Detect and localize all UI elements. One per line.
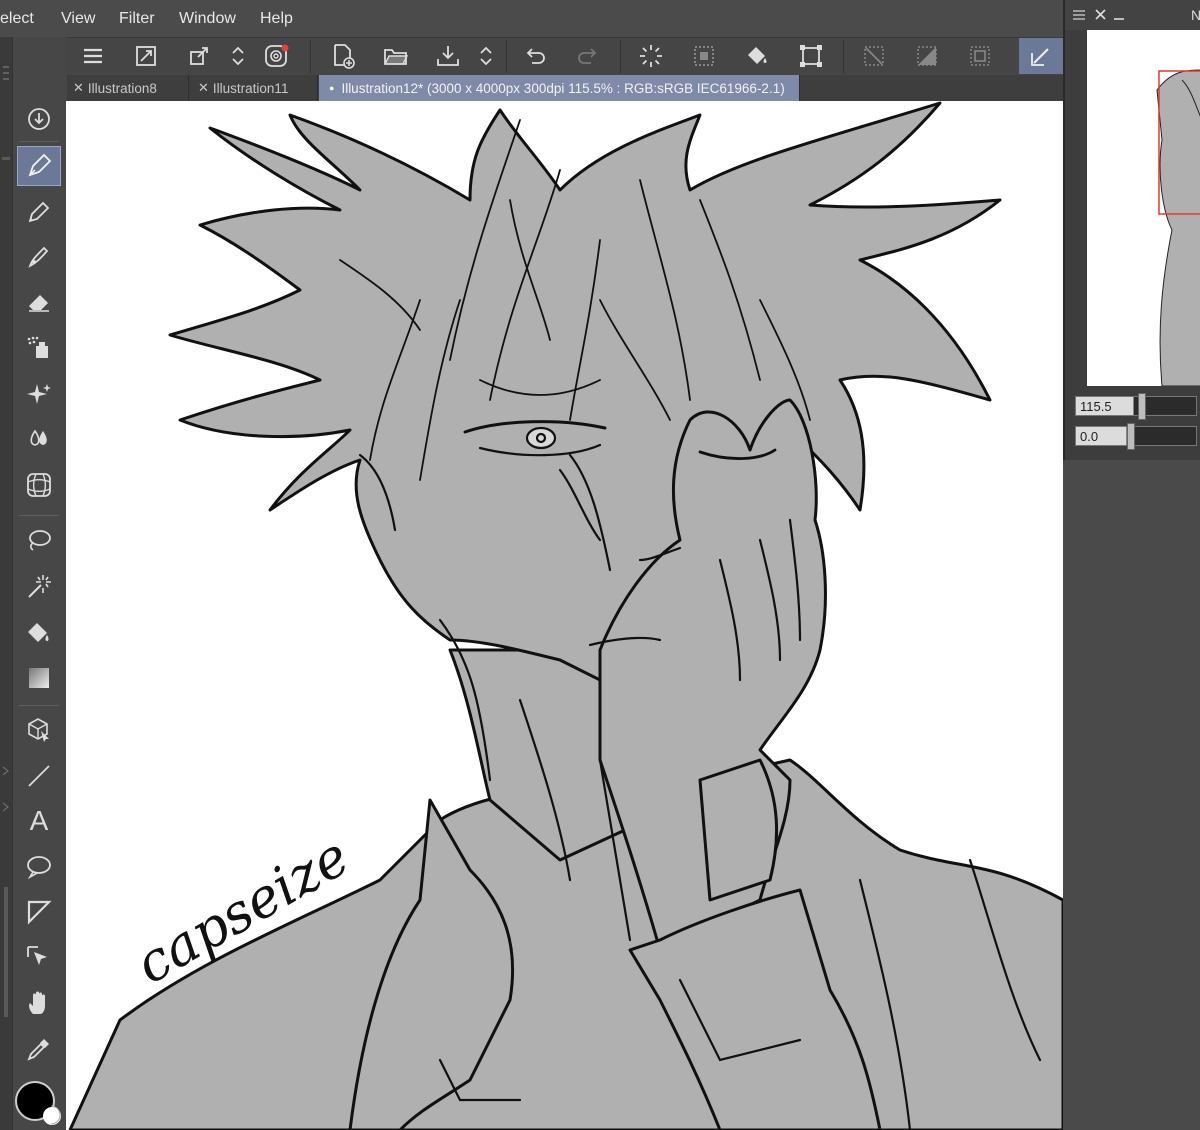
rotate-slider[interactable]: 0.0 (1075, 423, 1200, 450)
text-tool-glyph: A (29, 805, 49, 836)
3d-object-icon[interactable] (17, 710, 61, 750)
tab-label: Illustration8 (87, 80, 157, 96)
tab-illustration8[interactable]: ✕ Illustration8 (66, 75, 189, 101)
download-icon[interactable] (17, 99, 61, 139)
text-icon[interactable]: A (17, 801, 61, 841)
tab-label: Illustration12* (3000 x 4000px 300dpi 11… (341, 80, 785, 96)
undo-icon[interactable] (520, 41, 550, 71)
document-tab-bar: ✕ Illustration8 ✕ Illustration11 ● Illus… (66, 75, 1063, 101)
close-icon[interactable]: ✕ (73, 80, 84, 96)
crop-transform-icon[interactable] (796, 41, 826, 71)
blend-drops-icon[interactable] (17, 419, 61, 459)
new-file-icon[interactable] (328, 41, 358, 71)
menu-filter[interactable]: Filter (119, 10, 155, 28)
menu-icon[interactable] (78, 41, 108, 71)
selection-border-icon[interactable] (965, 41, 995, 71)
command-bar (0, 37, 1063, 75)
color-swatch[interactable] (15, 1077, 65, 1127)
menu-view[interactable]: View (61, 10, 95, 28)
hand-icon[interactable] (17, 983, 61, 1023)
navigator-title-bar: N (1065, 0, 1200, 30)
mesh-icon[interactable] (17, 465, 61, 505)
spiral-icon[interactable] (262, 41, 292, 71)
lasso-icon[interactable] (17, 521, 61, 561)
brush-icon[interactable] (17, 237, 61, 277)
eraser-icon[interactable] (17, 283, 61, 323)
tab-illustration11[interactable]: ✕ Illustration11 (191, 75, 318, 101)
magic-wand-icon[interactable] (17, 567, 61, 607)
drawing-canvas[interactable]: capseize (66, 101, 1063, 1130)
menu-bar: elect View Filter Window Help (0, 0, 1200, 37)
spray-icon[interactable] (17, 328, 61, 368)
zoom-slider[interactable]: 115.5 (1075, 393, 1200, 420)
close-icon (1095, 9, 1106, 20)
up-down-arrows-icon[interactable] (223, 41, 253, 71)
sparkle-icon[interactable] (17, 374, 61, 414)
menu-select[interactable]: elect (0, 10, 34, 28)
tool-palette: A (12, 37, 67, 1130)
deselect-icon[interactable] (859, 41, 889, 71)
close-icon[interactable]: ✕ (198, 80, 209, 96)
rotate-value[interactable]: 0.0 (1080, 429, 1098, 444)
invert-selection-icon[interactable] (912, 41, 942, 71)
navigator-title-cut: N (1191, 7, 1200, 23)
frame-border-icon[interactable] (17, 892, 61, 932)
zoom-value[interactable]: 115.5 (1080, 399, 1112, 414)
pencil-icon[interactable] (17, 192, 61, 232)
menu-window[interactable]: Window (179, 10, 236, 28)
fill-bucket-icon[interactable] (742, 41, 772, 71)
left-panel-strip (0, 37, 12, 1130)
pen-active-icon[interactable] (1019, 38, 1063, 74)
save-icon[interactable] (433, 41, 463, 71)
gradient-icon[interactable] (17, 658, 61, 698)
illustration-artwork: capseize (68, 101, 1063, 1130)
speech-balloon-icon[interactable] (17, 847, 61, 887)
line-icon[interactable] (17, 756, 61, 796)
tab-label: Illustration11 (212, 80, 289, 96)
fill-icon[interactable] (17, 613, 61, 653)
redo-icon[interactable] (573, 41, 603, 71)
object-select-icon[interactable] (17, 937, 61, 977)
transform-icon[interactable] (184, 41, 214, 71)
eyedropper-icon[interactable] (17, 1029, 61, 1069)
up-down-arrows-icon[interactable] (471, 41, 501, 71)
pen-icon[interactable] (17, 146, 61, 186)
unsaved-dot-icon: ● (329, 83, 335, 93)
select-dotted-icon[interactable] (689, 41, 719, 71)
open-folder-icon[interactable] (381, 41, 411, 71)
fit-canvas-icon[interactable] (131, 41, 161, 71)
navigator-preview[interactable] (1087, 30, 1200, 386)
panel-menu-icon (1073, 10, 1085, 20)
navigator-panel: N 115.5 0.0 (1063, 0, 1200, 460)
loading-spinner-icon[interactable] (636, 41, 666, 71)
tab-illustration12[interactable]: ● Illustration12* (3000 x 4000px 300dpi … (319, 75, 800, 101)
menu-help[interactable]: Help (260, 10, 293, 28)
